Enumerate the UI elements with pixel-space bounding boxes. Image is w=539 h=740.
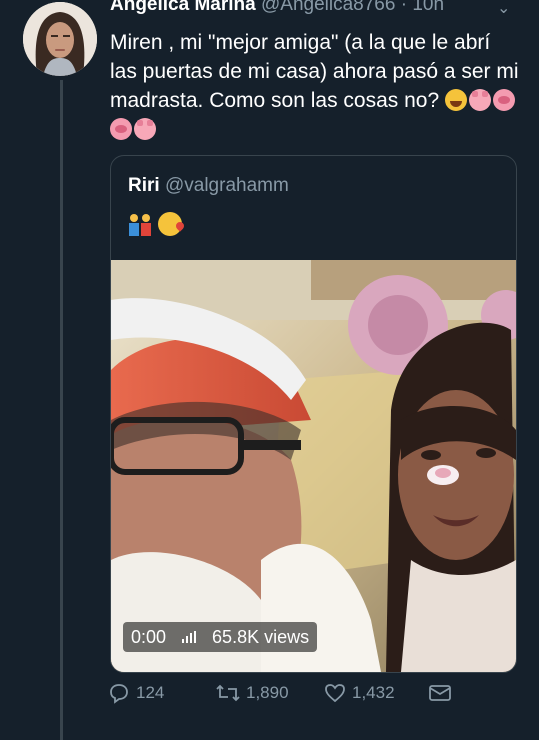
video-player[interactable]: 0:00 65.8K views [111,260,516,672]
pig-nose-icon [493,89,516,111]
envelope-icon [429,685,451,701]
tweet-time[interactable]: 10h [412,0,444,15]
video-time: 0:00 [131,626,167,647]
avatar-photo [23,2,97,76]
tweet-text: Miren , mi "mejor amiga" (a la que le ab… [110,28,520,144]
message-button[interactable] [428,682,458,704]
author-name[interactable]: Angelica Marina [110,0,256,15]
tweet-actions: 124 1,890 1,432 [108,682,528,710]
quoted-author-name: Riri [128,175,160,196]
quoted-emojis [128,212,182,236]
avatar[interactable] [23,2,97,76]
chevron-down-icon[interactable]: ⌄ [497,0,510,18]
like-count: 1,432 [352,683,395,702]
retweet-button[interactable]: 1,890 [216,682,289,704]
like-button[interactable]: 1,432 [324,682,395,704]
retweet-icon [216,684,240,702]
time-separator: · [400,0,408,15]
volume-icon [182,631,197,643]
face-with-tears-of-joy-icon [445,89,468,111]
quoted-author: Riri @valgrahamm [128,174,289,198]
quoted-author-handle: @valgrahamm [164,175,289,196]
video-info-bar: 0:00 65.8K views [123,622,318,652]
thread-line [60,80,63,740]
author-handle[interactable]: @Angelica8766 [261,0,395,15]
face-blowing-kiss-icon [158,212,182,236]
video-views: 65.8K views [212,626,310,647]
reply-button[interactable]: 124 [108,682,164,704]
pig-face-icon [134,118,156,140]
tweet-header: Angelica Marina @Angelica8766 · 10h [110,0,530,18]
video-frame [111,260,516,672]
pig-nose-icon [110,118,132,140]
couple-holding-hands-icon [128,212,154,236]
reply-count: 124 [136,683,165,702]
heart-icon [325,684,345,703]
retweet-count: 1,890 [246,683,289,702]
quoted-tweet[interactable]: Riri @valgrahamm 0:00 65.8K views [110,155,517,673]
reply-icon [110,684,128,704]
pig-face-icon [469,89,492,111]
